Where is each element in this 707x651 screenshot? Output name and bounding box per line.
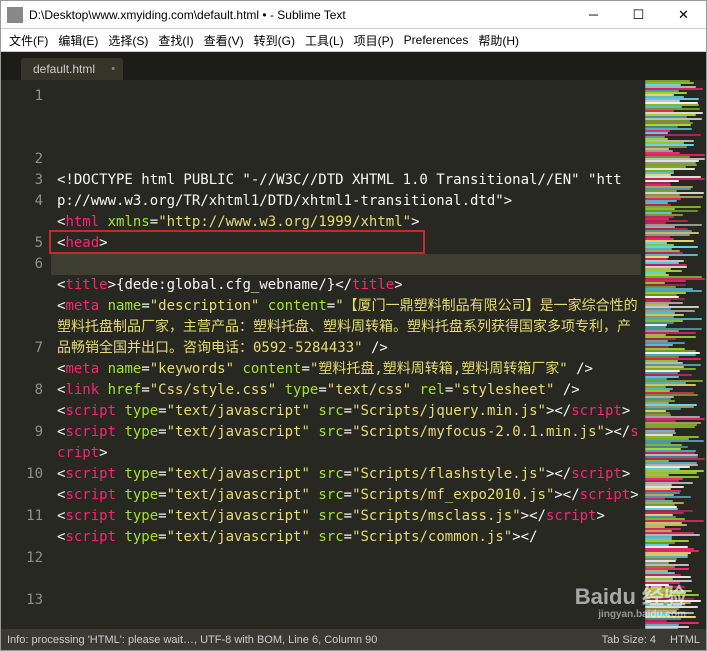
status-tabsize[interactable]: Tab Size: 4 bbox=[602, 634, 656, 646]
menu-select[interactable]: 选择(S) bbox=[104, 30, 152, 51]
active-line-highlight bbox=[51, 254, 641, 275]
title-bar[interactable]: D:\Desktop\www.xmyiding.com\default.html… bbox=[1, 1, 706, 29]
minimize-button[interactable]: ─ bbox=[571, 1, 616, 28]
app-window: D:\Desktop\www.xmyiding.com\default.html… bbox=[0, 0, 707, 651]
maximize-button[interactable]: ☐ bbox=[616, 1, 661, 28]
minimap[interactable] bbox=[641, 80, 706, 629]
status-left: Info: processing 'HTML': please wait…, U… bbox=[7, 634, 377, 646]
menu-preferences[interactable]: Preferences bbox=[400, 31, 473, 49]
menu-file[interactable]: 文件(F) bbox=[5, 30, 52, 51]
red-annotation-box bbox=[49, 230, 425, 254]
menu-goto[interactable]: 转到(G) bbox=[250, 30, 299, 51]
close-button[interactable]: ✕ bbox=[661, 1, 706, 28]
menu-project[interactable]: 项目(P) bbox=[350, 30, 398, 51]
menu-find[interactable]: 查找(I) bbox=[154, 30, 197, 51]
app-icon bbox=[7, 7, 23, 23]
line-gutter: 1234567891011121314 bbox=[1, 80, 51, 629]
tab-modified-indicator[interactable]: • bbox=[111, 63, 115, 75]
window-title: D:\Desktop\www.xmyiding.com\default.html… bbox=[29, 8, 571, 22]
tab-default-html[interactable]: default.html • bbox=[21, 58, 123, 80]
tab-label: default.html bbox=[33, 62, 95, 76]
editor-area: 1234567891011121314 <!DOCTYPE html PUBLI… bbox=[1, 80, 706, 629]
menu-help[interactable]: 帮助(H) bbox=[474, 30, 523, 51]
menu-edit[interactable]: 编辑(E) bbox=[54, 30, 102, 51]
menu-bar: 文件(F) 编辑(E) 选择(S) 查找(I) 查看(V) 转到(G) 工具(L… bbox=[1, 29, 706, 52]
status-language[interactable]: HTML bbox=[670, 634, 700, 646]
status-bar: Info: processing 'HTML': please wait…, U… bbox=[1, 629, 706, 650]
menu-view[interactable]: 查看(V) bbox=[200, 30, 248, 51]
tab-bar: default.html • bbox=[1, 52, 706, 80]
menu-tools[interactable]: 工具(L) bbox=[301, 30, 348, 51]
code-area[interactable]: <!DOCTYPE html PUBLIC "-//W3C//DTD XHTML… bbox=[51, 80, 641, 629]
